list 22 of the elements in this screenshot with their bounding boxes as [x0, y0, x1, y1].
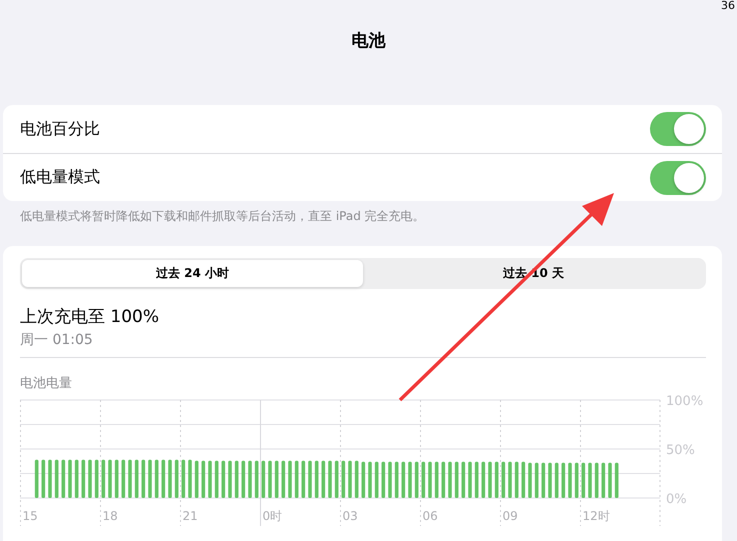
page-title: 电池: [352, 30, 386, 53]
y-axis-label: 100%: [666, 394, 704, 409]
x-axis-label: 03: [342, 509, 358, 523]
setting-label: 电池百分比: [20, 118, 100, 140]
segment-tab[interactable]: 过去 24 小时: [22, 260, 363, 287]
last-charge-time: 周一 01:05: [20, 331, 706, 358]
x-axis-label: 09: [502, 509, 518, 523]
x-axis-label: 0时: [262, 509, 282, 523]
toggle-switch[interactable]: [650, 160, 706, 194]
chart-title: 电池电量: [20, 375, 73, 392]
setting-label: 低电量模式: [20, 167, 100, 188]
y-axis-label: 0%: [666, 492, 687, 507]
battery-percentage: 36: [721, 0, 735, 12]
x-axis-label: 18: [102, 509, 118, 523]
toggle-switch[interactable]: [650, 112, 706, 146]
last-charge-title: 上次充电至 100%: [20, 306, 160, 328]
x-axis-label: 21: [182, 509, 198, 523]
x-axis-label: 12时: [582, 509, 610, 523]
x-axis-label: 15: [22, 509, 38, 523]
footnote: 低电量模式将暂时降低如下载和邮件抓取等后台活动，直至 iPad 完全充电。: [19, 208, 426, 225]
x-axis-label: 06: [422, 509, 438, 523]
y-axis-label: 50%: [666, 443, 695, 458]
